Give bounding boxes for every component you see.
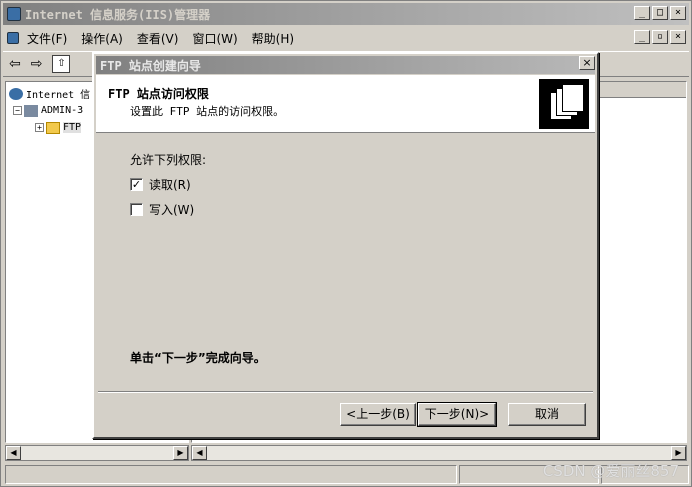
scroll-right-icon[interactable]: ▶ — [173, 446, 188, 460]
child-restore-button[interactable]: ▫ — [652, 30, 668, 44]
iis-icon — [7, 7, 21, 21]
scroll-left-icon[interactable]: ◀ — [192, 446, 207, 460]
ftp-wizard-dialog: FTP 站点创建向导 × FTP 站点访问权限 设置此 FTP 站点的访问权限。… — [92, 52, 599, 439]
wizard-header: FTP 站点访问权限 设置此 FTP 站点的访问权限。 — [96, 75, 595, 133]
collapse-icon[interactable]: − — [13, 106, 22, 115]
menu-file[interactable]: 文件(F) — [27, 30, 67, 47]
maximize-button[interactable]: □ — [652, 6, 668, 20]
dialog-close-button[interactable]: × — [579, 56, 595, 70]
permissions-label: 允许下列权限: — [130, 153, 207, 167]
status-cell — [5, 465, 457, 484]
cancel-button[interactable]: 取消 — [508, 403, 586, 426]
finish-instruction: 单击“下一步”完成向导。 — [130, 351, 266, 365]
child-minimize-button[interactable]: _ — [634, 30, 650, 44]
menu-action[interactable]: 操作(A) — [81, 30, 123, 47]
menu-help[interactable]: 帮助(H) — [252, 30, 294, 47]
back-arrow-icon[interactable]: ⇦ — [9, 56, 21, 72]
main-title-bar: Internet 信息服务(IIS)管理器 _ □ × — [3, 3, 689, 25]
write-label: 写入(W) — [149, 203, 195, 217]
menu-bar: 文件(F) 操作(A) 查看(V) 窗口(W) 帮助(H) _ ▫ × — [3, 27, 689, 49]
wizard-step-title: FTP 站点访问权限 — [108, 87, 209, 101]
tree-item-label: Internet 信 — [26, 90, 91, 101]
close-button[interactable]: × — [670, 6, 686, 20]
main-window-title: Internet 信息服务(IIS)管理器 — [25, 7, 211, 22]
dialog-title: FTP 站点创建向导 — [96, 56, 595, 74]
menu-window[interactable]: 窗口(W) — [192, 30, 237, 47]
menu-app-icon[interactable] — [7, 32, 19, 44]
watermark: CSDN @爱丽丝857 — [542, 462, 679, 480]
tree-item-label: ADMIN-3 — [41, 105, 84, 116]
scroll-left-icon[interactable]: ◀ — [6, 446, 21, 460]
write-checkbox[interactable] — [130, 203, 143, 216]
wizard-document-icon — [539, 79, 589, 129]
server-icon — [24, 104, 38, 117]
folder-icon — [46, 121, 60, 134]
scroll-right-icon[interactable]: ▶ — [671, 446, 686, 460]
divider — [98, 391, 593, 393]
read-permission-option[interactable]: ✓ 读取(R) — [130, 176, 191, 193]
next-button[interactable]: 下一步(N)> — [417, 402, 497, 427]
tree-horizontal-scrollbar[interactable]: ◀ ▶ — [5, 445, 189, 461]
child-close-button[interactable]: × — [670, 30, 686, 44]
content-horizontal-scrollbar[interactable]: ◀ ▶ — [191, 445, 687, 461]
up-folder-icon[interactable]: ⇧ — [52, 55, 71, 73]
tree-item-label: FTP — [63, 122, 82, 133]
back-button[interactable]: <上一步(B) — [340, 403, 416, 426]
write-permission-option[interactable]: 写入(W) — [130, 201, 194, 218]
read-label: 读取(R) — [149, 178, 191, 192]
wizard-step-subtitle: 设置此 FTP 站点的访问权限。 — [130, 105, 285, 118]
expand-icon[interactable]: + — [35, 123, 44, 132]
forward-arrow-icon[interactable]: ⇨ — [31, 56, 43, 72]
read-checkbox[interactable]: ✓ — [130, 178, 143, 191]
minimize-button[interactable]: _ — [634, 6, 650, 20]
globe-icon — [9, 87, 23, 100]
menu-view[interactable]: 查看(V) — [137, 30, 179, 47]
